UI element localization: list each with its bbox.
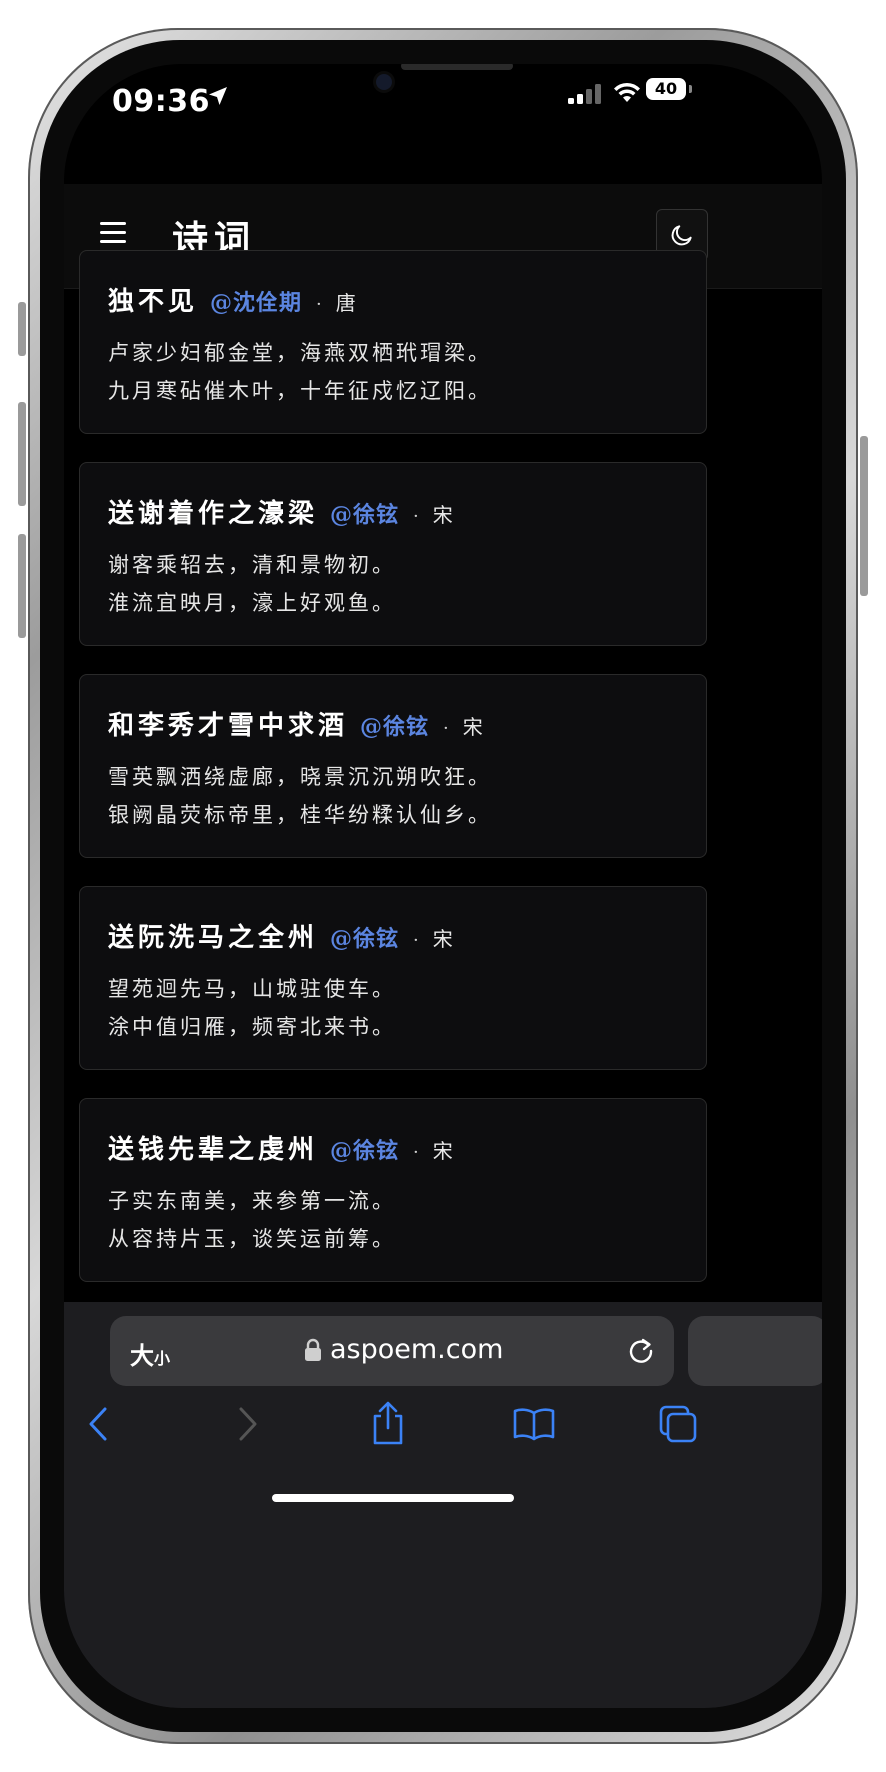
power-button — [860, 436, 868, 596]
front-camera — [376, 74, 392, 90]
text-size-button[interactable]: 大小 — [130, 1336, 170, 1371]
poet-link[interactable]: @徐铉 — [360, 709, 429, 741]
poem-title[interactable]: 送阮洗马之全州 — [108, 917, 318, 954]
poem-line: 卢家少妇郁金堂，海燕双栖玳瑁梁。 — [108, 341, 492, 365]
poem-excerpt: 谢客乘轺去，清和景物初。 淮流宜映月，濠上好观鱼。 — [108, 546, 678, 622]
poem-line: 子实东南美，来参第一流。 — [108, 1189, 396, 1213]
separator-dot: · — [413, 1142, 419, 1163]
poem-line: 雪英飘洒绕虚廊，晓景沉沉朔吹狂。 — [108, 765, 492, 789]
separator-dot: · — [413, 930, 419, 951]
dynamic-island — [300, 64, 586, 126]
dynasty-label: 宋 — [432, 1139, 453, 1163]
dynasty-label: 宋 — [432, 503, 453, 527]
poem-excerpt: 望苑迴先马，山城驻使车。 涂中值归雁，频寄北来书。 — [108, 970, 678, 1046]
phone-screen: 09:36 40 诗词 独不见 @沈佺期 · 唐 卢家少妇郁金堂，海燕双栖玳瑁梁… — [64, 64, 822, 1708]
poem-excerpt: 子实东南美，来参第一流。 从容持片玉，谈笑运前筹。 — [108, 1182, 678, 1258]
hamburger-menu-icon — [100, 222, 126, 225]
url-text[interactable]: aspoem.com — [330, 1334, 503, 1365]
back-icon[interactable] — [86, 1406, 112, 1442]
poem-line: 从容持片玉，谈笑运前筹。 — [108, 1227, 396, 1251]
hamburger-menu-icon-bar — [100, 231, 126, 234]
dynasty-label: 宋 — [462, 715, 483, 739]
poem-card-heading: 和李秀才雪中求酒 @徐铉 · 宋 — [108, 705, 678, 742]
poem-card[interactable]: 独不见 @沈佺期 · 唐 卢家少妇郁金堂，海燕双栖玳瑁梁。 九月寒砧催木叶，十年… — [79, 250, 707, 434]
poem-line: 涂中值归雁，频寄北来书。 — [108, 1015, 396, 1039]
poem-title[interactable]: 独不见 — [108, 281, 198, 318]
lock-icon — [305, 1338, 321, 1361]
next-tab-preview[interactable] — [688, 1316, 822, 1386]
separator-dot: · — [316, 294, 322, 315]
location-arrow-icon — [209, 87, 227, 105]
poem-card-heading: 送钱先辈之虔州 @徐铉 · 宋 — [108, 1129, 678, 1166]
poem-excerpt: 卢家少妇郁金堂，海燕双栖玳瑁梁。 九月寒砧催木叶，十年征戍忆辽阳。 — [108, 334, 678, 410]
hamburger-menu-icon-bar — [100, 240, 126, 243]
poet-link[interactable]: @沈佺期 — [210, 285, 302, 317]
reload-icon[interactable] — [626, 1336, 656, 1366]
poem-card-heading: 送阮洗马之全州 @徐铉 · 宋 — [108, 917, 678, 954]
status-time: 09:36 — [112, 84, 210, 119]
earpiece — [401, 64, 513, 70]
poem-line: 九月寒砧催木叶，十年征戍忆辽阳。 — [108, 379, 492, 403]
forward-icon[interactable] — [234, 1406, 260, 1442]
home-indicator[interactable] — [272, 1494, 514, 1502]
poem-title[interactable]: 送谢着作之濠梁 — [108, 493, 318, 530]
dynasty-label: 宋 — [432, 927, 453, 951]
text-size-big: 大 — [130, 1342, 154, 1370]
poem-card-heading: 送谢着作之濠梁 @徐铉 · 宋 — [108, 493, 678, 530]
poet-link[interactable]: @徐铉 — [330, 497, 399, 529]
poem-card[interactable]: 和李秀才雪中求酒 @徐铉 · 宋 雪英飘洒绕虚廊，晓景沉沉朔吹狂。 银阙晶荧标帝… — [79, 674, 707, 858]
bookmarks-icon[interactable] — [512, 1406, 556, 1442]
poem-line: 望苑迴先马，山城驻使车。 — [108, 977, 396, 1001]
dynasty-label: 唐 — [335, 291, 356, 315]
poem-list: 独不见 @沈佺期 · 唐 卢家少妇郁金堂，海燕双栖玳瑁梁。 九月寒砧催木叶，十年… — [79, 250, 707, 1310]
volume-up-button — [18, 402, 26, 506]
poem-excerpt: 雪英飘洒绕虚廊，晓景沉沉朔吹狂。 银阙晶荧标帝里，桂华纷糅认仙乡。 — [108, 758, 678, 834]
poet-link[interactable]: @徐铉 — [330, 921, 399, 953]
menu-button[interactable] — [98, 220, 128, 246]
moon-icon — [671, 225, 692, 246]
battery-icon: 40 — [646, 78, 686, 100]
poem-line: 银阙晶荧标帝里，桂华纷糅认仙乡。 — [108, 803, 492, 827]
volume-down-button — [18, 534, 26, 638]
tabs-icon[interactable] — [658, 1404, 698, 1444]
poem-line: 谢客乘轺去，清和景物初。 — [108, 553, 396, 577]
poem-title[interactable]: 和李秀才雪中求酒 — [108, 705, 348, 742]
battery-cap — [689, 85, 692, 93]
text-size-small: 小 — [154, 1349, 171, 1368]
share-icon[interactable] — [370, 1400, 406, 1446]
separator-dot: · — [413, 506, 419, 527]
poet-link[interactable]: @徐铉 — [330, 1133, 399, 1165]
address-bar[interactable]: 大小 aspoem.com — [110, 1316, 674, 1386]
safari-toolbar: 大小 aspoem.com — [64, 1302, 822, 1708]
poem-card[interactable]: 送阮洗马之全州 @徐铉 · 宋 望苑迴先马，山城驻使车。 涂中值归雁，频寄北来书… — [79, 886, 707, 1070]
action-button — [18, 302, 26, 356]
poem-card[interactable]: 送钱先辈之虔州 @徐铉 · 宋 子实东南美，来参第一流。 从容持片玉，谈笑运前筹… — [79, 1098, 707, 1282]
poem-title[interactable]: 送钱先辈之虔州 — [108, 1129, 318, 1166]
poem-line: 淮流宜映月，濠上好观鱼。 — [108, 591, 396, 615]
wifi-icon — [614, 82, 640, 102]
poem-card-heading: 独不见 @沈佺期 · 唐 — [108, 281, 678, 318]
status-bar: 09:36 40 — [64, 64, 822, 184]
separator-dot: · — [443, 718, 449, 739]
cellular-signal-icon — [568, 84, 601, 104]
poem-card[interactable]: 送谢着作之濠梁 @徐铉 · 宋 谢客乘轺去，清和景物初。 淮流宜映月，濠上好观鱼… — [79, 462, 707, 646]
